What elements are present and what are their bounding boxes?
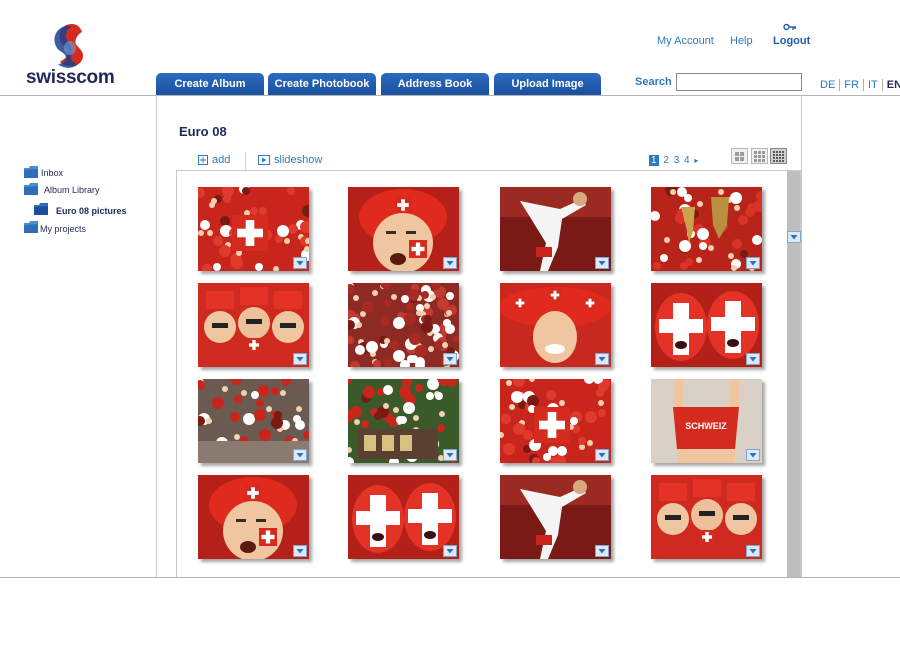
account-links: My Account Help Logout <box>650 23 820 55</box>
photo-thumbnail[interactable] <box>500 379 611 463</box>
dropdown-icon[interactable] <box>293 353 307 365</box>
photo-thumbnail[interactable]: SCHWEIZ <box>651 379 762 463</box>
svg-text:SCHWEIZ: SCHWEIZ <box>685 421 727 431</box>
slideshow-button[interactable]: slideshow <box>258 154 322 166</box>
medium-grid-icon <box>754 151 765 162</box>
dropdown-icon[interactable] <box>443 257 457 269</box>
language-de[interactable]: DE <box>820 79 841 91</box>
small-grid-icon <box>773 151 784 162</box>
sidebar-item-label: Inbox <box>41 168 64 178</box>
language-en[interactable]: EN <box>883 79 900 91</box>
photo-thumbnail[interactable] <box>500 475 611 559</box>
swisscom-logo[interactable]: swisscom <box>20 20 120 90</box>
folder-icon <box>24 166 38 178</box>
page-title: Euro 08 <box>179 124 227 139</box>
photo-thumbnail[interactable] <box>348 187 459 271</box>
dropdown-icon[interactable] <box>787 231 801 243</box>
swisscom-logo-icon <box>54 24 84 68</box>
dropdown-icon[interactable] <box>595 353 609 365</box>
dropdown-icon[interactable] <box>746 545 760 557</box>
next-page-icon[interactable]: ▸ <box>694 156 698 165</box>
tab-create-photobook[interactable]: Create Photobook <box>268 73 376 95</box>
folder-icon <box>24 221 38 233</box>
slideshow-label: slideshow <box>274 154 323 166</box>
plus-icon <box>198 155 208 165</box>
page-3-link[interactable]: 3 <box>674 155 680 166</box>
brand-name: swisscom <box>26 67 115 88</box>
content-right-border <box>801 95 802 577</box>
dropdown-icon[interactable] <box>595 449 609 461</box>
dropdown-icon[interactable] <box>746 449 760 461</box>
dropdown-icon[interactable] <box>746 353 760 365</box>
photo-thumbnail[interactable] <box>198 475 309 559</box>
photo-thumbnail[interactable] <box>198 379 309 463</box>
logout-link[interactable]: Logout <box>773 35 810 47</box>
page-2-link[interactable]: 2 <box>663 155 669 166</box>
photo-thumbnail[interactable] <box>500 187 611 271</box>
footer-divider <box>0 577 900 578</box>
dropdown-icon[interactable] <box>595 257 609 269</box>
photo-thumbnail[interactable] <box>500 283 611 367</box>
photo-thumbnail[interactable] <box>651 283 762 367</box>
language-it[interactable]: IT <box>863 79 883 91</box>
photo-thumbnail[interactable] <box>348 283 459 367</box>
photo-thumbnail[interactable] <box>651 187 762 271</box>
sidebar-item-label: My projects <box>40 224 87 234</box>
page-1-link[interactable]: 1 <box>649 155 659 166</box>
view-medium-grid-button[interactable] <box>751 148 768 164</box>
pagination: 1 2 3 4 ▸ <box>649 155 700 166</box>
folder-icon <box>34 203 48 215</box>
dropdown-icon[interactable] <box>746 257 760 269</box>
dropdown-icon[interactable] <box>293 449 307 461</box>
help-link[interactable]: Help <box>730 35 753 47</box>
dropdown-icon[interactable] <box>443 545 457 557</box>
sidebar-item-label: Album Library <box>44 185 100 195</box>
action-separator <box>245 152 246 170</box>
large-grid-icon <box>735 152 744 161</box>
tab-create-album[interactable]: Create Album <box>156 73 264 95</box>
dropdown-icon[interactable] <box>293 257 307 269</box>
photo-thumbnail[interactable] <box>198 187 309 271</box>
folder-icon <box>24 183 38 195</box>
dropdown-icon[interactable] <box>443 449 457 461</box>
view-small-grid-button[interactable] <box>770 148 787 164</box>
search-input[interactable] <box>676 73 802 91</box>
add-button[interactable]: add <box>198 154 230 166</box>
photo-thumbnail[interactable] <box>348 379 459 463</box>
dropdown-icon[interactable] <box>443 353 457 365</box>
sidebar-divider <box>156 95 157 577</box>
photo-thumbnail[interactable] <box>348 475 459 559</box>
view-large-grid-button[interactable] <box>731 148 748 164</box>
dropdown-icon[interactable] <box>293 545 307 557</box>
language-fr[interactable]: FR <box>840 79 864 91</box>
photo-thumbnail[interactable] <box>198 283 309 367</box>
my-account-link[interactable]: My Account <box>657 35 714 47</box>
dropdown-icon[interactable] <box>595 545 609 557</box>
page-4-link[interactable]: 4 <box>684 155 690 166</box>
slideshow-icon <box>258 155 270 165</box>
tab-upload-image[interactable]: Upload Image <box>494 73 601 95</box>
tab-address-book[interactable]: Address Book <box>381 73 489 95</box>
add-label: add <box>212 154 231 166</box>
language-switcher: DE FR IT EN <box>820 79 900 91</box>
photo-thumbnail[interactable] <box>651 475 762 559</box>
key-icon <box>783 23 796 31</box>
search-label: Search <box>635 76 672 88</box>
header-divider <box>0 95 900 96</box>
sidebar-item-label: Euro 08 pictures <box>56 206 127 216</box>
